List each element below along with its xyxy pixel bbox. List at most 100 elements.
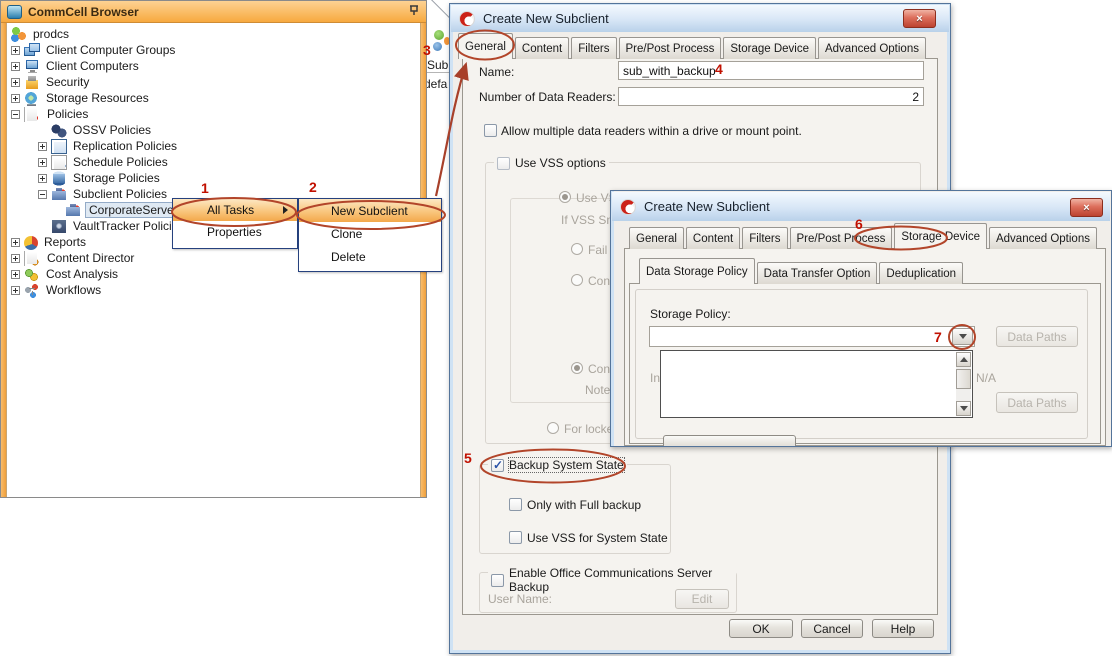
tree-item[interactable]: OSSV Policies — [7, 122, 420, 138]
tree-item-label[interactable]: OSSV Policies — [71, 123, 153, 137]
dialog-tab[interactable]: Storage Device — [723, 37, 816, 59]
dialog-tab[interactable]: Pre/Post Process — [790, 227, 893, 249]
tree-expander-icon[interactable] — [38, 190, 47, 199]
dialog-tab[interactable]: Advanced Options — [989, 227, 1097, 249]
tab-label[interactable]: Content — [693, 233, 733, 245]
tree-item[interactable]: Schedule Policies — [7, 154, 420, 170]
tree-item-label[interactable]: Workflows — [44, 283, 103, 297]
name-input[interactable] — [618, 61, 924, 80]
tree-expander-icon[interactable] — [11, 46, 20, 55]
dialog-tab[interactable]: Filters — [571, 37, 616, 59]
tree-item-label[interactable]: Replication Policies — [71, 139, 179, 153]
menu-item-label[interactable]: Clone — [331, 227, 362, 241]
storage-subtab[interactable]: Data Transfer Option — [757, 262, 878, 284]
menu-item-label[interactable]: Delete — [331, 250, 366, 264]
close-icon[interactable]: × — [903, 9, 936, 28]
dropdown-item[interactable] — [661, 351, 972, 367]
tree-item-label[interactable]: Reports — [42, 235, 88, 249]
fail-job-radio[interactable] — [571, 243, 583, 255]
pin-icon[interactable] — [408, 4, 420, 19]
tree-expander-icon[interactable] — [11, 238, 20, 247]
tab-label[interactable]: Advanced Options — [996, 233, 1090, 245]
tree-expander-icon[interactable] — [11, 62, 20, 71]
dialog-tab[interactable]: General — [629, 227, 684, 249]
dropdown-scrollbar[interactable] — [956, 352, 971, 416]
tab-label[interactable]: Pre/Post Process — [626, 43, 715, 55]
tree-item-label[interactable]: VaultTracker Policies — [71, 219, 186, 233]
dropdown-item[interactable] — [661, 367, 972, 383]
dialog-tab[interactable]: Advanced Options — [818, 37, 926, 59]
tree-expander-icon[interactable] — [11, 270, 20, 279]
tree-item[interactable]: Security — [7, 74, 420, 90]
tab-label[interactable]: Content — [522, 43, 562, 55]
menu-item[interactable]: Delete — [299, 245, 441, 268]
subtab-label[interactable]: Data Transfer Option — [764, 268, 871, 280]
tree-item-label[interactable]: Policies — [45, 107, 90, 121]
subtab-label[interactable]: Data Storage Policy — [646, 266, 748, 278]
dropdown-item[interactable] — [661, 399, 972, 415]
data-paths-button-2[interactable]: Data Paths — [996, 392, 1078, 413]
locked-files-radio[interactable] — [547, 422, 559, 434]
help-button[interactable]: Help — [872, 619, 934, 638]
menu-item-label[interactable]: Properties — [207, 225, 262, 239]
menu-item[interactable]: Clone — [299, 222, 441, 245]
only-full-backup-checkbox[interactable] — [509, 498, 522, 511]
dialog-tab[interactable]: Filters — [742, 227, 787, 249]
tree-item-label[interactable]: Content Director — [45, 251, 136, 265]
enable-ocs-checkbox[interactable] — [491, 574, 504, 587]
menu-item[interactable]: All Tasks — [173, 199, 297, 221]
use-vss-options-checkbox[interactable] — [497, 157, 510, 170]
tab-label[interactable]: Storage Device — [901, 231, 980, 243]
tree-expander-icon[interactable] — [11, 110, 20, 119]
tree-item-label[interactable]: Storage Resources — [44, 91, 151, 105]
tab-label[interactable]: General — [465, 41, 506, 53]
storage-policy-dropdown-arrow[interactable] — [952, 328, 973, 345]
close-icon[interactable]: × — [1070, 198, 1103, 217]
tree-item[interactable]: prodcs — [7, 26, 420, 42]
tree-item[interactable]: Workflows — [7, 282, 420, 298]
ok-button[interactable]: OK — [729, 619, 793, 638]
dialog-titlebar[interactable]: Create New Subclient — [451, 5, 949, 32]
dialog-tab[interactable]: Content — [515, 37, 569, 59]
tree-item-label[interactable]: Security — [44, 75, 91, 89]
tab-label[interactable]: Filters — [749, 233, 780, 245]
tab-label[interactable]: Advanced Options — [825, 43, 919, 55]
backup-system-state-checkbox[interactable] — [491, 459, 504, 472]
menu-item-label[interactable]: All Tasks — [207, 203, 254, 217]
tree-item-label[interactable]: Client Computers — [44, 59, 141, 73]
tree-expander-icon[interactable] — [38, 158, 47, 167]
continue-noreset-radio[interactable] — [571, 362, 583, 374]
tree-item[interactable]: Storage Resources — [7, 90, 420, 106]
data-paths-button[interactable]: Data Paths — [996, 326, 1078, 347]
dialog-tab[interactable]: Content — [686, 227, 740, 249]
menu-item-label[interactable]: New Subclient — [331, 204, 408, 218]
use-vss-system-state-checkbox[interactable] — [509, 531, 522, 544]
tree-item-label[interactable]: prodcs — [31, 27, 71, 41]
subtab-label[interactable]: Deduplication — [886, 268, 956, 280]
tree-expander-icon[interactable] — [11, 254, 20, 263]
partial-cropped-button[interactable] — [663, 435, 796, 447]
scrollbar-thumb[interactable] — [956, 369, 971, 389]
menu-item[interactable]: Properties — [173, 221, 297, 243]
tree-item-label[interactable]: Storage Policies — [71, 171, 162, 185]
tree-expander-icon[interactable] — [38, 142, 47, 151]
menu-item[interactable]: New Subclient — [299, 199, 441, 222]
tab-label[interactable]: Storage Device — [730, 43, 809, 55]
tree-item-label[interactable]: Cost Analysis — [44, 267, 120, 281]
dropdown-item[interactable] — [661, 383, 972, 399]
scroll-up-icon[interactable] — [956, 352, 971, 367]
tree-item[interactable]: Policies — [7, 106, 420, 122]
tree-item-label[interactable]: Client Computer Groups — [44, 43, 177, 57]
dialog-titlebar[interactable]: Create New Subclient — [612, 192, 1110, 221]
tree-item[interactable]: Storage Policies — [7, 170, 420, 186]
tree-expander-icon[interactable] — [11, 94, 20, 103]
tree-item[interactable]: Client Computer Groups — [7, 42, 420, 58]
tab-label[interactable]: General — [636, 233, 677, 245]
scroll-down-icon[interactable] — [956, 401, 971, 416]
tree-expander-icon[interactable] — [11, 78, 20, 87]
dialog-tab[interactable]: General — [458, 33, 513, 59]
continue-reset-radio[interactable] — [571, 274, 583, 286]
cancel-button[interactable]: Cancel — [801, 619, 863, 638]
storage-policy-combo[interactable] — [649, 326, 975, 347]
use-vss-all-files-radio[interactable] — [559, 191, 571, 203]
